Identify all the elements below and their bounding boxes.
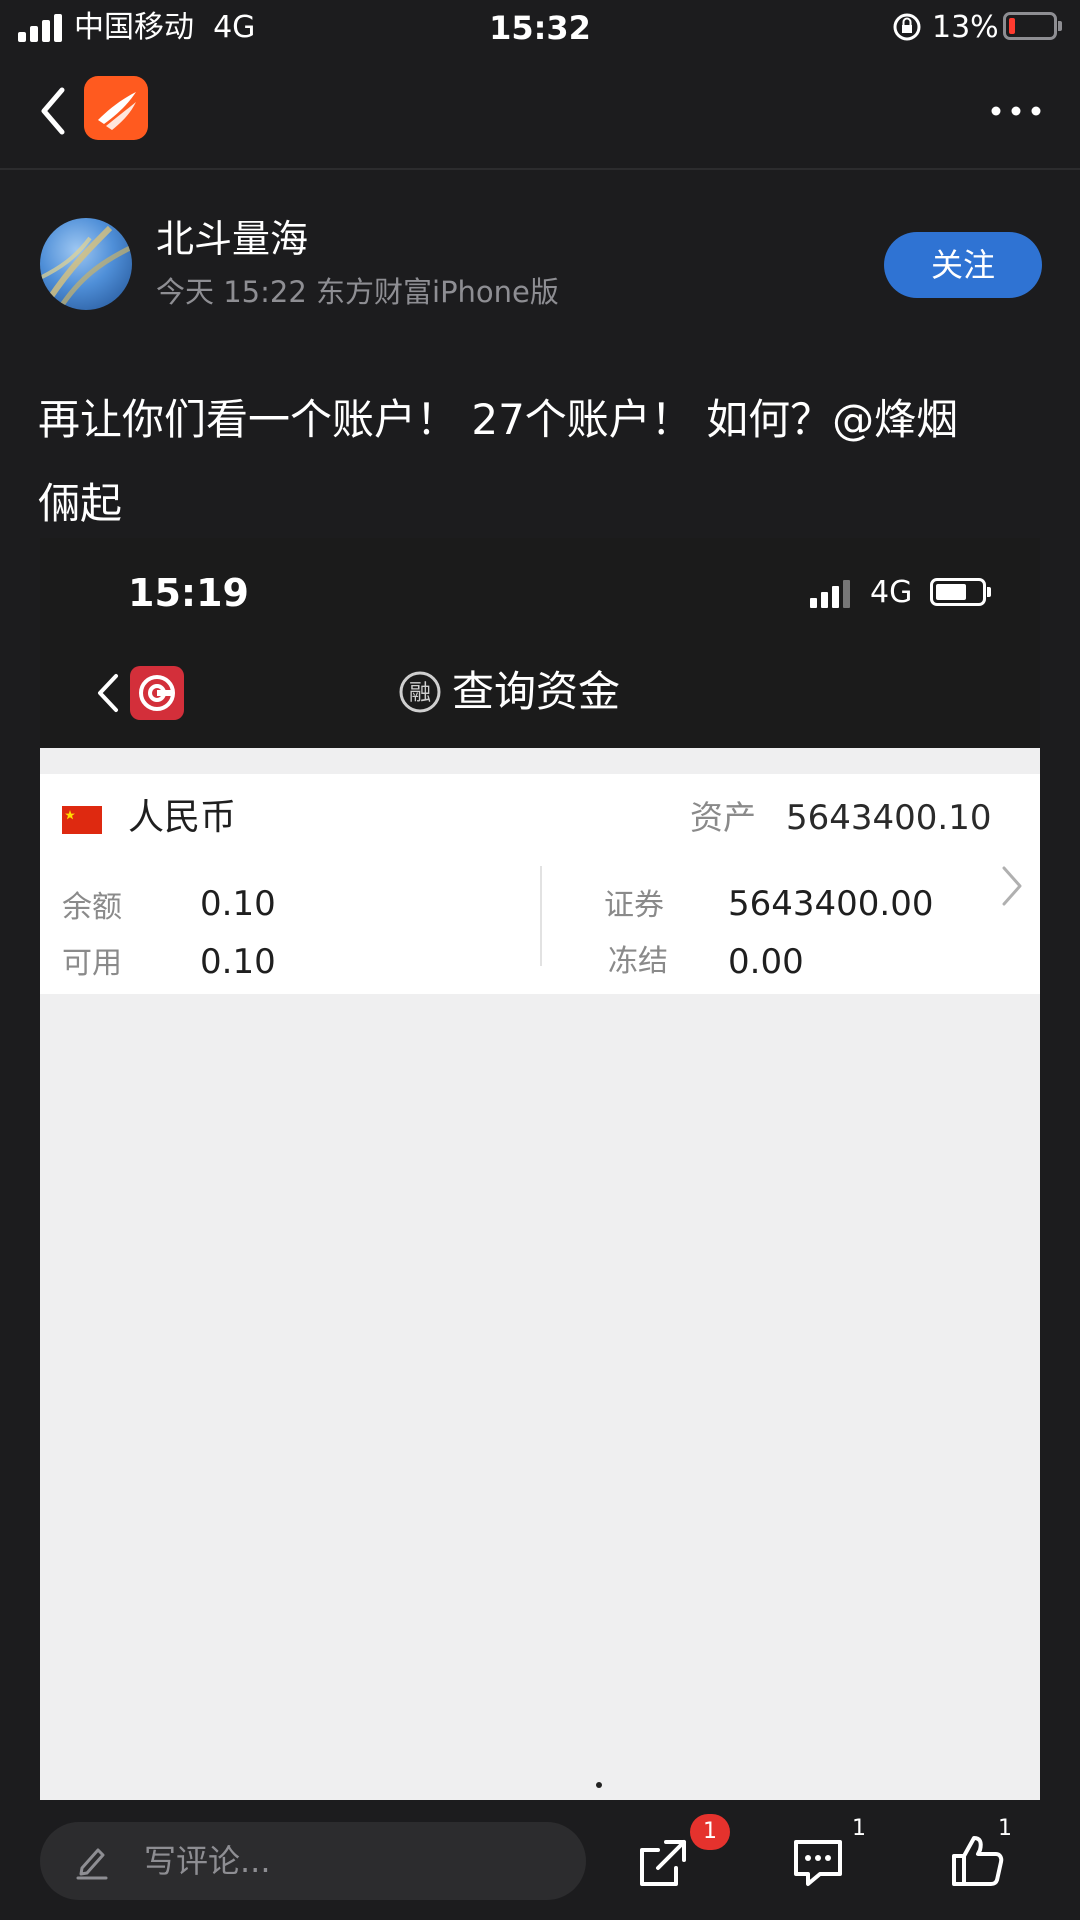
margin-icon: 融 [399, 671, 441, 713]
frozen-label: 冻结 [608, 944, 668, 979]
comment-icon[interactable] [790, 1836, 846, 1890]
embedded-network: 4G [870, 575, 913, 610]
available-label: 可用 [62, 946, 122, 981]
embedded-header: 15:19 4G 融 查询资金 [40, 538, 1040, 748]
battery-icon [1003, 12, 1062, 40]
embedded-title: 查询资金 [452, 667, 621, 716]
embedded-signal-icon [810, 578, 856, 608]
post-body: 再让你们看一个账户！ 27个账户！ 如何？@烽烟 倆起 [38, 378, 1048, 546]
post-image[interactable]: 15:19 4G 融 查询资金 人民币 资产 5643400.10 余额 0.1… [40, 538, 1040, 1802]
china-flag-icon [62, 806, 102, 834]
app-logo[interactable] [84, 76, 148, 140]
flag-stars [65, 810, 75, 820]
securities-value: 5643400.00 [728, 884, 934, 924]
asset-label: 资产 [690, 798, 756, 837]
follow-button[interactable]: 关注 [884, 232, 1042, 298]
embedded-app-logo [130, 666, 184, 720]
comment-count: 1 [852, 1816, 866, 1841]
avatar[interactable] [40, 218, 132, 310]
orientation-lock-icon [893, 13, 921, 41]
embedded-app-logo-icon [139, 675, 175, 711]
pencil-icon [76, 1848, 108, 1880]
available-value: 0.10 [200, 942, 276, 982]
embedded-back-icon [98, 674, 118, 712]
chevron-right-icon [1002, 866, 1022, 906]
share-badge: 1 [690, 1814, 730, 1850]
more-dots-icon[interactable] [986, 96, 1046, 126]
comment-placeholder: 写评论... [144, 1842, 271, 1880]
post-meta: 今天 15:22 东方财富iPhone版 [156, 275, 559, 309]
like-count: 1 [998, 1816, 1012, 1841]
frozen-value: 0.00 [728, 942, 804, 982]
currency-label: 人民币 [128, 797, 237, 838]
page-indicator [596, 1782, 602, 1788]
fund-card: 人民币 资产 5643400.10 余额 0.10 可用 0.10 证券 564… [40, 774, 1040, 994]
embedded-time: 15:19 [128, 571, 249, 615]
margin-icon-glyph: 融 [409, 681, 431, 706]
post-text-line-1: 再让你们看一个账户！ 27个账户！ 如何？@烽烟 [38, 395, 959, 444]
battery-percent: 13% [932, 10, 999, 45]
back-button[interactable] [30, 78, 74, 144]
status-bar: 中国移动 4G 15:32 13% [0, 0, 1080, 60]
embedded-battery-icon [930, 578, 991, 606]
avatar-image [40, 225, 132, 310]
asset-value: 5643400.10 [786, 798, 992, 838]
balance-label: 余额 [62, 890, 122, 925]
securities-label: 证券 [604, 888, 664, 923]
balance-value: 0.10 [200, 884, 276, 924]
share-icon[interactable] [636, 1836, 690, 1890]
bottom-bar: 写评论... 1 1 1 [0, 1800, 1080, 1920]
comment-input[interactable]: 写评论... [40, 1822, 586, 1900]
nav-bar [0, 60, 1080, 170]
post-text-line-2: 倆起 [38, 479, 123, 528]
author-name[interactable]: 北斗量海 [156, 214, 308, 264]
app-logo-icon [98, 92, 136, 130]
card-divider [540, 866, 542, 966]
